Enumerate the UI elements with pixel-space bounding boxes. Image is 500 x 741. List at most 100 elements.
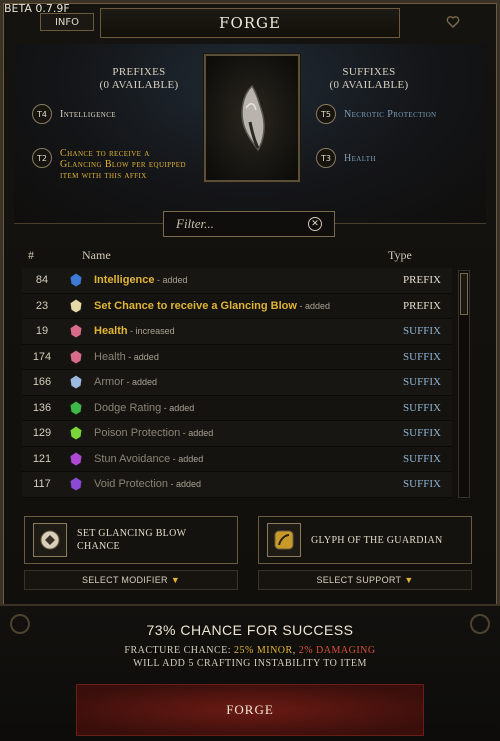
column-type: Type (388, 248, 412, 262)
affix-gem-icon (69, 323, 83, 339)
item-affix-panel: PREFIXES (0 AVAILABLE) SUFFIXES (0 AVAIL… (14, 44, 486, 224)
affix-gem-icon (69, 476, 83, 492)
modifier-row[interactable]: 121 Stun Avoidance - added SUFFIX (22, 446, 452, 472)
modifier-note: - added (125, 351, 159, 362)
modifier-name: Dodge Rating (94, 401, 162, 414)
modifier-name: Intelligence (94, 274, 155, 287)
filter-box: ✕ (163, 211, 335, 237)
fracture-damaging: 2% DAMAGING (299, 645, 376, 656)
modifier-slot[interactable]: SET GLANCING BLOW CHANCE (24, 516, 238, 564)
affix-gem-icon (69, 298, 83, 314)
suffixes-available: (0 AVAILABLE) (329, 79, 409, 91)
modifier-row[interactable]: 84 Intelligence - added PREFIX (22, 268, 452, 294)
column-name: Name (82, 248, 111, 262)
row-number: 19 (35, 325, 49, 338)
modifier-row[interactable]: 166 Armor - added SUFFIX (22, 370, 452, 396)
column-num: # (28, 248, 34, 262)
modifier-note: - added (296, 300, 330, 311)
select-modifier-button[interactable]: SELECT MODIFIER ▼ (24, 570, 238, 590)
fracture-minor-label: MINOR (253, 645, 293, 656)
row-name: Stun Avoidance - added (94, 453, 392, 465)
tier-badge: T2 (32, 148, 52, 168)
select-support-label: SELECT SUPPORT (316, 575, 402, 585)
row-type: SUFFIX (403, 452, 441, 465)
scroll-thumb[interactable] (460, 273, 468, 315)
select-support-button[interactable]: SELECT SUPPORT ▼ (258, 570, 472, 590)
row-name: Void Protection - added (94, 478, 392, 490)
suffix-affix[interactable]: T5 Necrotic Protection (316, 104, 437, 124)
affix-gem-icon (69, 425, 83, 441)
row-type: PREFIX (403, 299, 441, 312)
suffixes-header: SUFFIXES (0 AVAILABLE) (314, 66, 424, 92)
affix-gem-icon (69, 451, 83, 467)
instability-note: WILL ADD 5 CRAFTING INSTABILITY TO ITEM (133, 658, 367, 669)
select-modifier-label: SELECT MODIFIER (81, 575, 168, 585)
row-type: SUFFIX (403, 325, 441, 338)
prefixes-available: (0 AVAILABLE) (99, 79, 179, 91)
suffix-affix[interactable]: T3 Health (316, 148, 376, 168)
forge-button[interactable]: FORGE (76, 684, 424, 736)
prefix-affix[interactable]: T2 Chance to receive a Glancing Blow per… (32, 148, 190, 181)
clear-filter-icon[interactable]: ✕ (308, 217, 322, 231)
row-number: 23 (35, 299, 49, 312)
row-name: Set Chance to receive a Glancing Blow - … (94, 300, 392, 312)
modifier-row[interactable]: 23 Set Chance to receive a Glancing Blow … (22, 293, 452, 319)
claw-helmet-icon (241, 84, 265, 152)
modifier-name: Health (94, 350, 126, 363)
modifier-label-line2: CHANCE (77, 541, 120, 552)
row-type: SUFFIX (403, 350, 441, 363)
modifier-name: Set Chance to receive a Glancing Blow (94, 299, 297, 312)
prefixes-header: PREFIXES (0 AVAILABLE) (84, 66, 194, 92)
fracture-prefix: FRACTURE CHANCE: (124, 645, 235, 656)
guardian-glyph-icon (267, 523, 301, 557)
modifier-label: SET GLANCING BLOW CHANCE (77, 527, 186, 553)
modifier-list: 84 Intelligence - added PREFIX 23 Set Chance… (22, 268, 452, 500)
tier-badge: T4 (32, 104, 52, 124)
list-scrollbar[interactable] (458, 270, 470, 498)
success-chance: 73% CHANCE FOR SUCCESS (146, 622, 354, 638)
row-number: 166 (32, 376, 52, 389)
modifier-row[interactable]: 136 Dodge Rating - added SUFFIX (22, 395, 452, 421)
row-number: 117 (33, 478, 51, 491)
row-number: 174 (32, 350, 52, 363)
support-label: GLYPH OF THE GUARDIAN (311, 534, 443, 546)
modifier-note: - added (180, 428, 214, 439)
modifier-row[interactable]: 129 Poison Protection - added SUFFIX (22, 421, 452, 447)
suffixes-heading: SUFFIXES (342, 66, 396, 78)
row-type: SUFFIX (403, 478, 441, 491)
affix-gem-icon (69, 400, 83, 416)
tier-badge: T3 (316, 148, 336, 168)
support-slot[interactable]: GLYPH OF THE GUARDIAN (258, 516, 472, 564)
affix-gem-icon (69, 272, 83, 288)
fracture-damaging-label: DAMAGING (313, 645, 376, 656)
row-name: Intelligence - added (94, 274, 392, 286)
modifier-row[interactable]: 19 Health - increased SUFFIX (22, 319, 452, 345)
row-name: Health - increased (94, 325, 392, 337)
filter-input[interactable] (176, 216, 306, 232)
affix-label: Chance to receive a Glancing Blow per eq… (60, 148, 186, 181)
row-number: 136 (32, 401, 52, 414)
modifier-note: - added (161, 402, 195, 413)
affix-gem-icon (69, 374, 83, 390)
info-button[interactable]: INFO (40, 13, 94, 31)
fracture-chance: FRACTURE CHANCE: 25% MINOR, 2% DAMAGING (0, 645, 500, 656)
fracture-minor-pct: 25% (234, 645, 254, 656)
modifier-note: - added (154, 275, 188, 286)
row-number: 84 (35, 274, 49, 287)
modifier-row[interactable]: 117 Void Protection - added SUFFIX (22, 472, 452, 498)
glancing-blow-glyph-icon (33, 523, 67, 557)
prefix-affix[interactable]: T4 Intelligence (32, 104, 116, 124)
affix-gem-icon (69, 349, 83, 365)
modifier-name: Stun Avoidance (94, 452, 171, 465)
modifier-name: Void Protection (94, 478, 168, 491)
window-title: FORGE (100, 8, 400, 38)
modifier-name: Health (94, 325, 128, 338)
row-number: 121 (32, 452, 52, 465)
item-slot[interactable] (204, 54, 300, 182)
fracture-minor: 25% MINOR (234, 645, 293, 656)
affix-label: Necrotic Protection (344, 109, 437, 120)
modifier-row[interactable]: 174 Health - added SUFFIX (22, 344, 452, 370)
row-name: Poison Protection - added (94, 427, 392, 439)
modifier-note: - added (168, 479, 202, 490)
modifier-label-line1: SET GLANCING BLOW (77, 528, 187, 539)
